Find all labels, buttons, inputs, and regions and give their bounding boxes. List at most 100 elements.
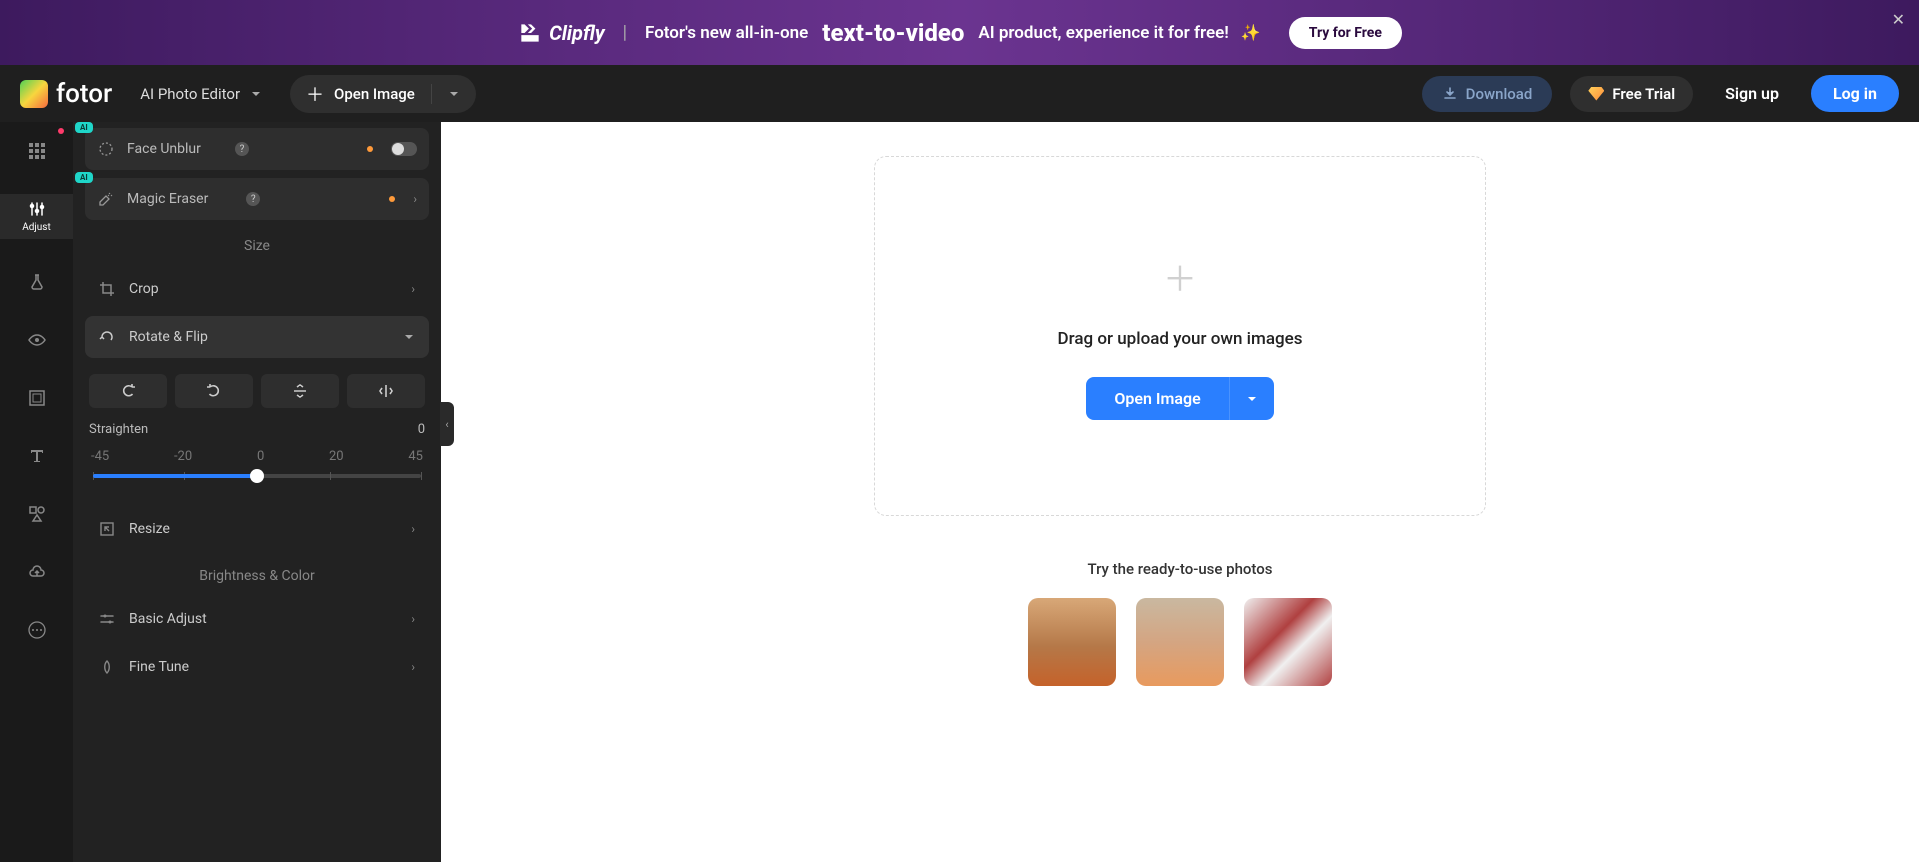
try-photos-title: Try the ready-to-use photos <box>1088 560 1273 578</box>
resize-icon <box>99 521 117 537</box>
crop-row[interactable]: Crop › <box>85 268 429 310</box>
shapes-icon <box>28 505 46 523</box>
fotor-logo[interactable]: fotor <box>20 79 112 109</box>
fine-tune-label: Fine Tune <box>129 659 399 675</box>
clipfly-brand-text: Clipfly <box>549 21 605 45</box>
free-trial-button[interactable]: Free Trial <box>1570 76 1693 112</box>
sample-thumb-2[interactable] <box>1136 598 1224 686</box>
main-area: Adjust AI Face Unblur <box>0 122 1919 862</box>
magic-eraser-icon <box>97 190 117 208</box>
fotor-logo-icon <box>20 80 48 108</box>
basic-adjust-row[interactable]: Basic Adjust › <box>85 598 429 640</box>
rail-item-elements[interactable] <box>0 499 73 529</box>
rotate-flip-row[interactable]: Rotate & Flip <box>85 316 429 358</box>
chevron-down-icon <box>1246 393 1258 405</box>
text-icon <box>28 447 46 465</box>
resize-label: Resize <box>129 521 399 537</box>
tick-p45: 45 <box>408 449 423 464</box>
rail-item-text[interactable] <box>0 441 73 471</box>
flask-icon <box>28 273 46 291</box>
rail-item-frames[interactable] <box>0 383 73 413</box>
editor-mode-label: AI Photo Editor <box>140 85 240 103</box>
flip-horizontal-button[interactable] <box>347 374 425 408</box>
promo-banner: Clipfly | Fotor's new all-in-one text-to… <box>0 0 1919 65</box>
chevron-right-icon: › <box>411 660 415 674</box>
tick-0: 0 <box>257 449 264 464</box>
open-image-main-button[interactable]: Open Image <box>1086 377 1228 420</box>
basic-adjust-icon <box>99 611 117 627</box>
image-dropzone[interactable]: ＋ Drag or upload your own images Open Im… <box>874 156 1486 516</box>
sample-thumb-3[interactable] <box>1244 598 1332 686</box>
free-trial-label: Free Trial <box>1612 85 1675 103</box>
rail-item-adjust[interactable]: Adjust <box>0 194 73 239</box>
fine-tune-icon <box>99 659 117 675</box>
crop-label: Crop <box>129 281 399 297</box>
crop-icon <box>99 281 117 297</box>
tick-n45: -45 <box>91 449 109 464</box>
close-banner-icon[interactable]: ✕ <box>1892 10 1905 29</box>
try-for-free-button[interactable]: Try for Free <box>1289 17 1402 49</box>
tick-n20: -20 <box>174 449 192 464</box>
left-rail: Adjust <box>0 122 73 862</box>
open-image-button[interactable]: ＋ Open Image <box>290 75 476 113</box>
straighten-control: Straighten 0 -45 -20 0 20 45 <box>85 416 429 486</box>
more-icon <box>28 621 46 639</box>
help-icon[interactable]: ? <box>235 142 249 156</box>
chevron-right-icon: › <box>411 522 415 536</box>
tick-p20: 20 <box>329 449 344 464</box>
ai-badge: AI <box>75 122 93 133</box>
face-unblur-toggle[interactable] <box>391 142 417 156</box>
rail-item-cloud[interactable] <box>0 557 73 587</box>
banner-post-text: AI product, experience it for free! <box>978 23 1228 43</box>
canvas-area: ‹ ＋ Drag or upload your own images Open … <box>441 122 1919 862</box>
notification-dot <box>58 128 64 134</box>
straighten-slider[interactable] <box>93 474 421 478</box>
frame-icon <box>28 389 46 407</box>
clipfly-logo[interactable]: Clipfly <box>517 20 605 46</box>
rail-item-more[interactable] <box>0 615 73 645</box>
help-icon[interactable]: ? <box>246 192 260 206</box>
download-button[interactable]: Download <box>1422 76 1553 112</box>
log-in-button[interactable]: Log in <box>1811 75 1899 112</box>
resize-row[interactable]: Resize › <box>85 508 429 550</box>
fine-tune-row[interactable]: Fine Tune › <box>85 646 429 688</box>
rotate-ccw-button[interactable] <box>175 374 253 408</box>
rotate-flip-label: Rotate & Flip <box>129 329 391 345</box>
rotate-icon <box>99 329 117 345</box>
eye-icon <box>28 331 46 349</box>
flip-vertical-icon <box>292 383 308 399</box>
face-unblur-icon <box>97 140 117 158</box>
adjust-sliders-icon <box>28 200 46 218</box>
sample-thumb-1[interactable] <box>1028 598 1116 686</box>
chevron-down-icon[interactable] <box>448 88 460 100</box>
rail-item-effects[interactable] <box>0 267 73 297</box>
rail-item-apps[interactable] <box>0 136 73 166</box>
rotate-cw-button[interactable] <box>89 374 167 408</box>
rotate-flip-buttons <box>85 364 429 416</box>
banner-separator: | <box>623 22 627 43</box>
rotate-cw-icon <box>120 383 136 399</box>
flip-horizontal-icon <box>378 383 394 399</box>
premium-dot <box>389 196 395 202</box>
sign-up-button[interactable]: Sign up <box>1711 76 1793 111</box>
ai-badge: AI <box>75 172 93 183</box>
collapse-panel-handle[interactable]: ‹ <box>440 402 454 446</box>
slider-fill <box>93 474 257 478</box>
cloud-upload-icon <box>28 563 46 581</box>
sample-thumbnails <box>1028 598 1332 686</box>
chevron-right-icon: › <box>411 282 415 296</box>
rail-item-beauty[interactable] <box>0 325 73 355</box>
editor-mode-dropdown[interactable]: AI Photo Editor <box>130 79 272 109</box>
straighten-label: Straighten <box>89 422 148 437</box>
adjust-panel: AI Face Unblur ? AI Magic Eraser ? › Siz… <box>73 122 441 862</box>
apps-grid-icon <box>28 142 46 160</box>
tool-magic-eraser[interactable]: AI Magic Eraser ? › <box>85 178 429 220</box>
slider-thumb[interactable] <box>250 469 264 483</box>
banner-highlight-text: text-to-video <box>822 19 964 47</box>
flip-vertical-button[interactable] <box>261 374 339 408</box>
open-image-dropdown-button[interactable] <box>1229 377 1274 420</box>
section-brightness-color: Brightness & Color <box>85 568 429 584</box>
download-icon <box>1442 86 1458 102</box>
tool-face-unblur[interactable]: AI Face Unblur ? <box>85 128 429 170</box>
open-image-split-button: Open Image <box>1086 377 1273 420</box>
